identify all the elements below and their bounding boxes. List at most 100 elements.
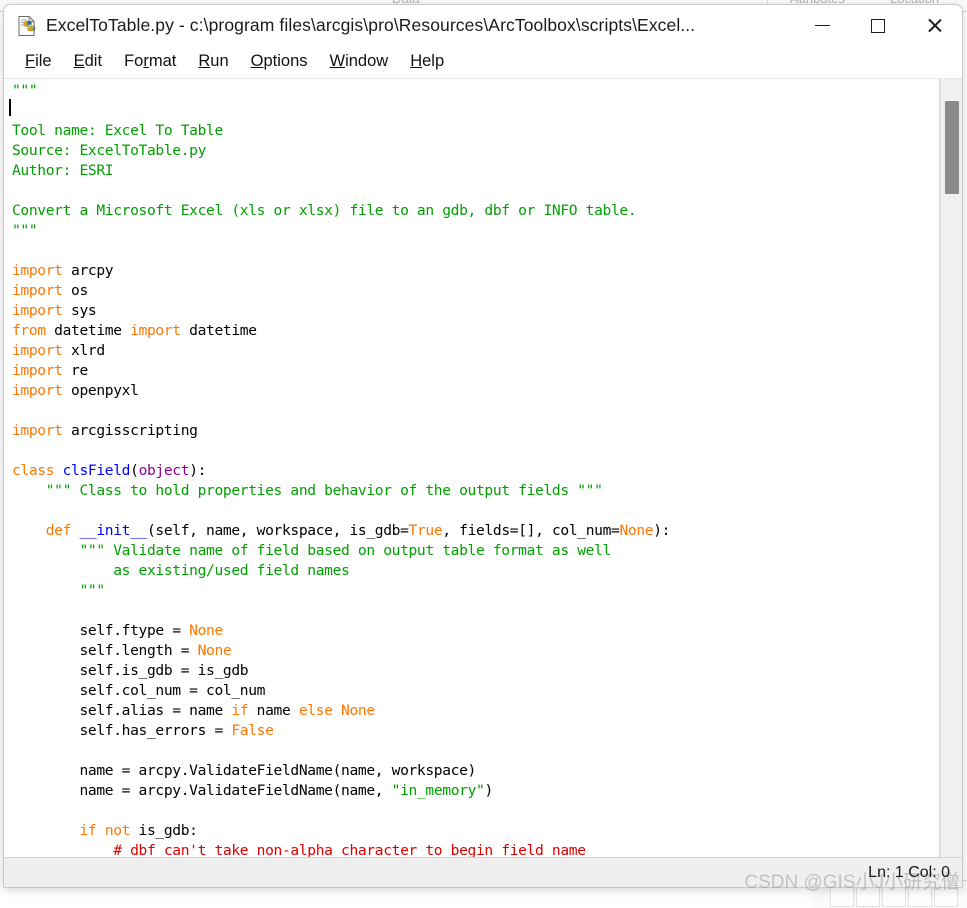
code-token: arcgisscripting [62,422,198,439]
python-file-icon [16,15,38,37]
code-token: Author: ESRI [12,162,114,179]
status-bar: Ln: 1 Col: 0 [4,857,962,887]
code-token: as existing/used field names [12,562,350,579]
code-token: datetime [45,322,131,339]
code-token: """ [12,222,38,239]
code-token: # dbf can't take non-alpha character to … [113,842,586,857]
background-cell [830,885,854,907]
code-token: ): [653,522,671,539]
code-token: None [189,622,223,639]
menu-item-window[interactable]: Window [319,50,400,74]
maximize-icon [871,18,885,33]
code-token: if [231,702,249,719]
code-token: else [298,702,333,719]
menu-item-options[interactable]: Options [240,50,319,74]
code-token: Source: ExcelToTable.py [12,142,207,159]
code-token: os [62,282,88,299]
cursor-position-indicator: Ln: 1 Col: 0 [868,863,950,881]
code-token: (self, name, workspace, is_gdb= [147,522,409,539]
code-token: """ [12,582,105,599]
idle-editor-window: ExcelToTable.py - c:\program files\arcgi… [3,4,963,888]
code-token: not [104,822,131,839]
close-icon [926,17,943,34]
code-token: None [197,642,232,659]
menu-item-run[interactable]: Run [187,50,239,74]
code-token: import [12,382,63,399]
code-token: Tool name: Excel To Table [12,122,223,139]
background-cell [934,885,958,907]
code-token: import [12,282,63,299]
code-token: self.is_gdb = is_gdb [12,662,249,679]
code-token: import [12,302,63,319]
editor-body: """ Tool name: Excel To Table Source: Ex… [4,79,962,857]
background-cell [882,885,906,907]
source-code[interactable]: """ Tool name: Excel To Table Source: Ex… [7,79,939,857]
menu-item-format[interactable]: Format [113,50,187,74]
background-cell [908,885,932,907]
code-token: openpyxl [62,382,139,399]
code-token: arcpy [62,262,114,279]
code-token: sys [62,302,97,319]
code-token: None [619,522,654,539]
code-token: self.col_num = col_num [12,682,266,699]
code-token: name = arcpy.ValidateFieldName(name, wor… [12,762,476,779]
code-token: self.length = [12,642,198,659]
code-token: is_gdb: [130,822,198,839]
code-token: """ Validate name of field based on outp… [12,542,611,559]
code-token: """ Class to hold properties and behavio… [12,482,603,499]
code-token: name = arcpy.ValidateFieldName(name, [12,782,392,799]
window-title: ExcelToTable.py - c:\program files\arcgi… [46,15,696,35]
text-caret [9,99,11,116]
code-text-area[interactable]: """ Tool name: Excel To Table Source: Ex… [4,79,940,857]
code-token: class [12,462,55,479]
code-token: , fields=[], col_num= [442,522,620,539]
minimize-icon [814,24,830,27]
code-token: clsField [62,462,131,479]
code-token: ( [130,462,139,479]
code-token: import [12,262,63,279]
vertical-scrollbar[interactable] [940,79,962,857]
code-token: self.has_errors = [12,722,232,739]
vertical-scrollbar-thumb[interactable] [945,101,959,194]
code-token: import [12,362,63,379]
code-token: xlrd [62,342,105,359]
code-token: from [12,322,46,339]
code-token: def [45,522,72,539]
code-token: __init__ [79,522,148,539]
code-token: object [138,462,190,479]
code-token: ): [189,462,207,479]
code-token: import [12,422,63,439]
title-bar[interactable]: ExcelToTable.py - c:\program files\arcgi… [4,5,962,46]
code-token: datetime [180,322,257,339]
code-token: False [231,722,274,739]
menu-item-help[interactable]: Help [399,50,455,74]
minimize-button[interactable] [794,5,850,46]
code-token: if [79,822,97,839]
code-token: self.ftype = [12,622,190,639]
code-token: "in_memory" [391,782,485,799]
code-token: self.alias = name [12,702,232,719]
code-token: True [408,522,443,539]
code-token: name [248,702,299,719]
maximize-button[interactable] [850,5,906,46]
close-button[interactable] [906,5,962,46]
code-token: import [12,342,63,359]
code-token: None [341,702,375,719]
code-token: import [130,322,181,339]
menu-bar: File Edit Format Run Options Window Help [4,46,962,79]
window-controls [794,5,962,46]
code-token: re [62,362,88,379]
code-token: Convert a Microsoft Excel (xls or xlsx) … [12,202,637,219]
menu-item-edit[interactable]: Edit [63,50,113,74]
background-cell [856,885,880,907]
code-token: ) [484,782,493,799]
menu-item-file[interactable]: File [14,50,63,74]
code-token: """ [12,82,38,99]
